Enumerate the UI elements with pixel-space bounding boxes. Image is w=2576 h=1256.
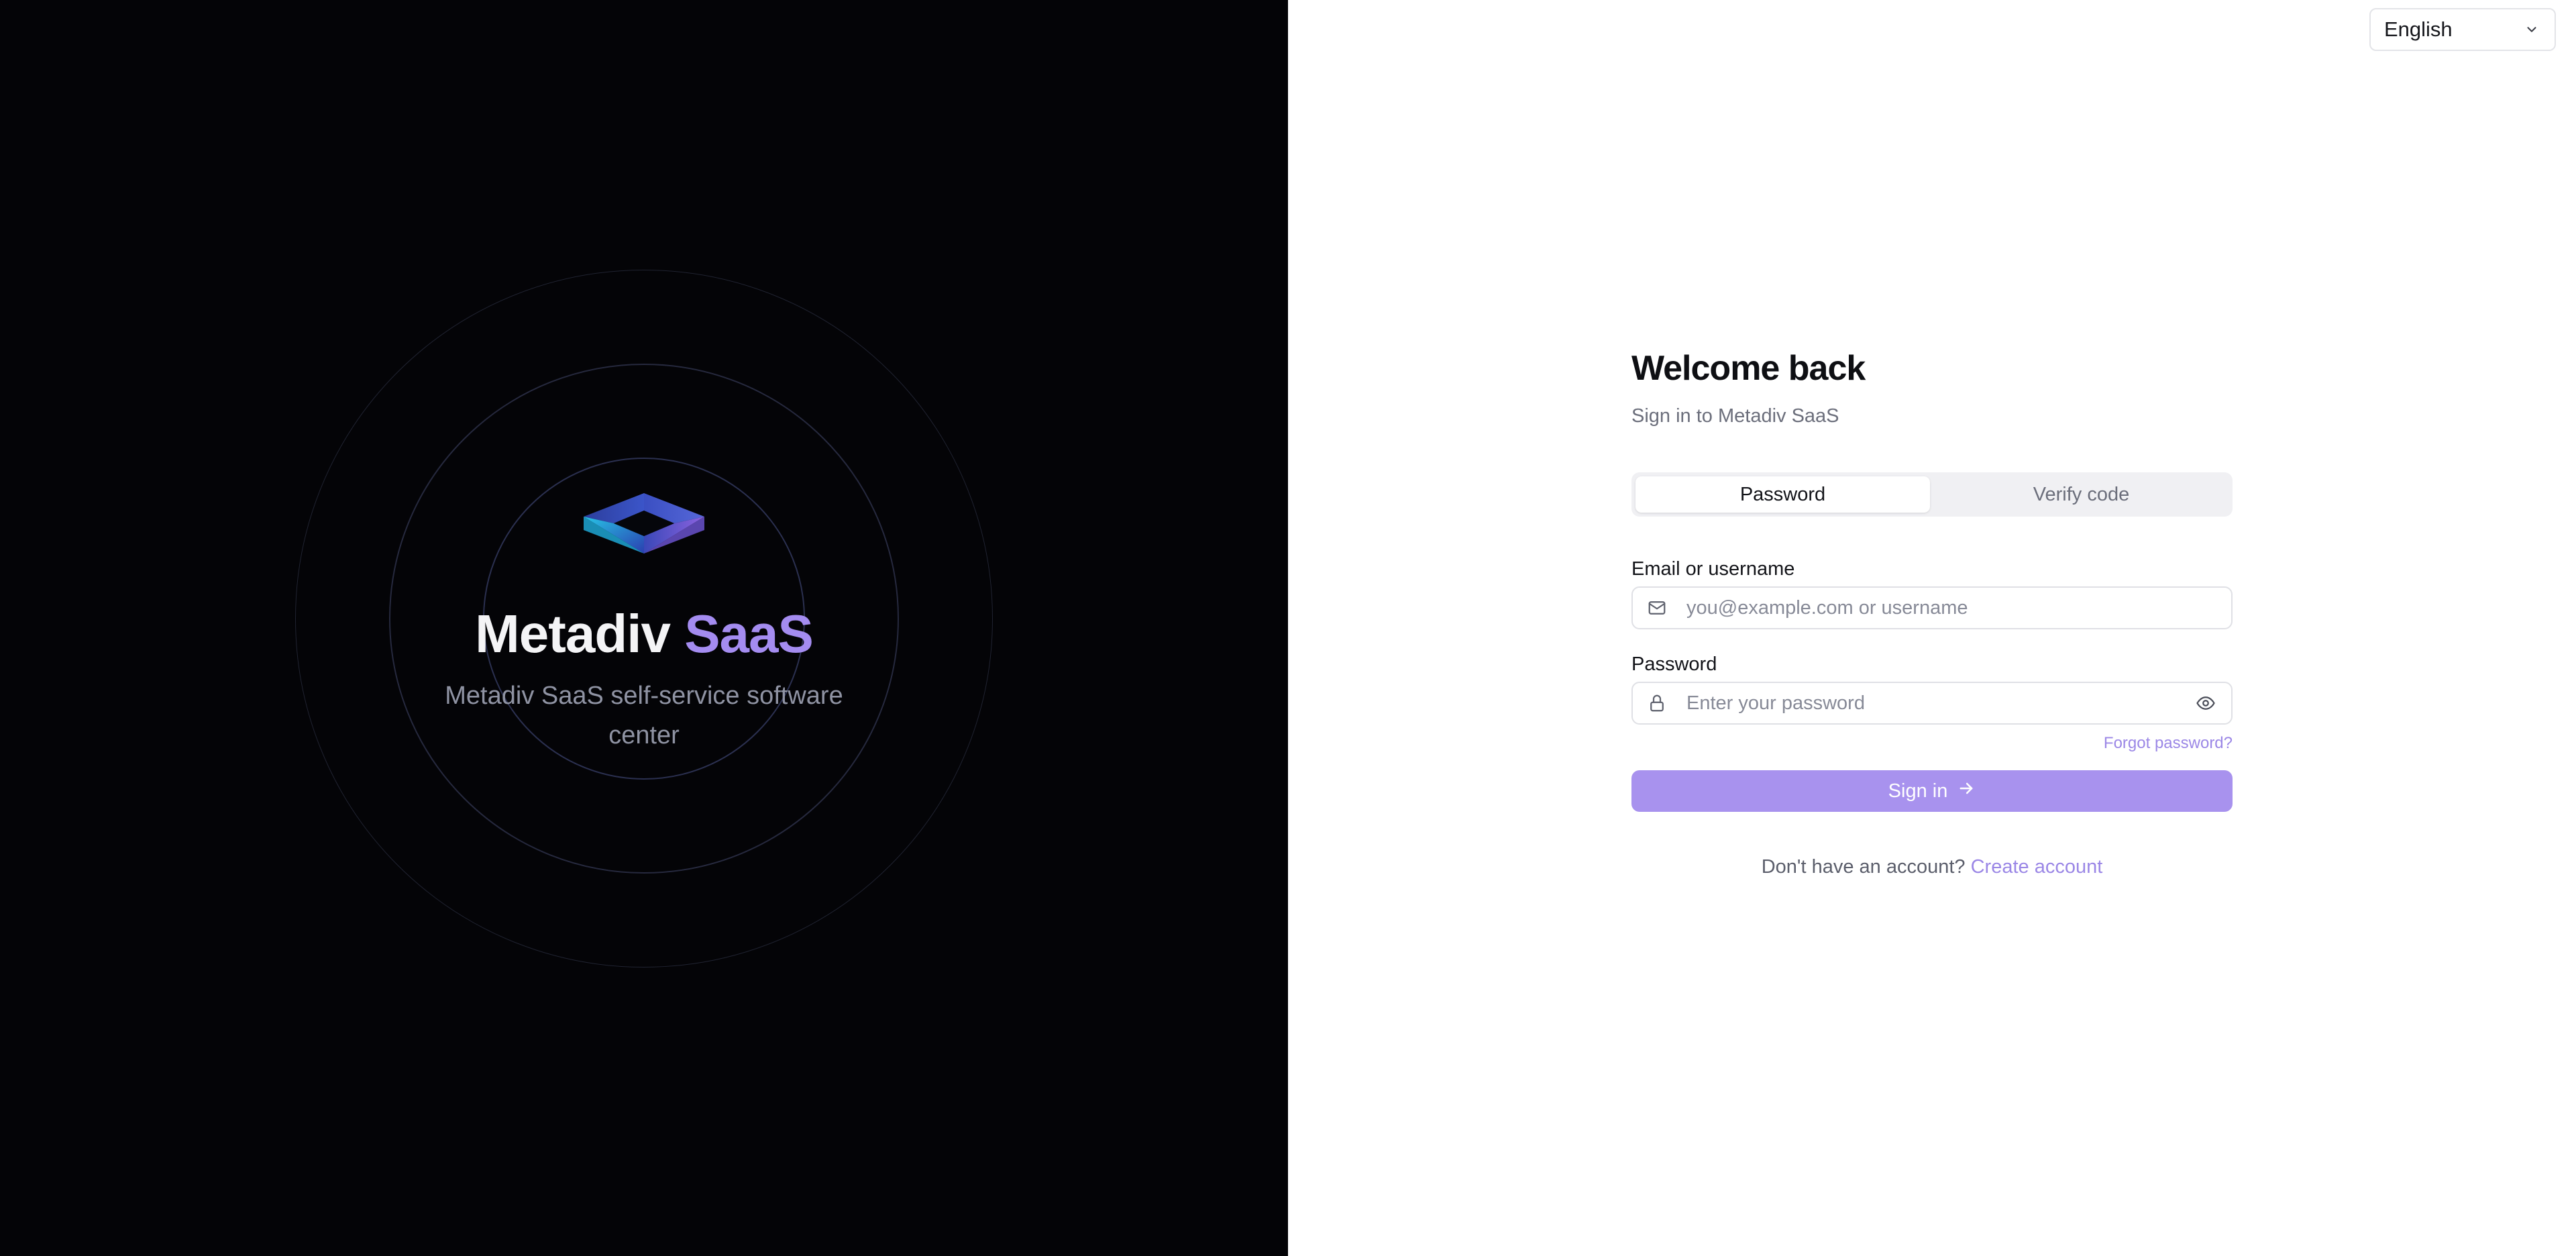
brand-panel: Metadiv SaaS Metadiv SaaS self-service s… [0,0,1288,1256]
lock-icon [1646,692,1668,714]
page-subtitle: Sign in to Metadiv SaaS [1631,405,1839,427]
chevron-down-icon [2522,20,2541,39]
auth-method-tabs: Password Verify code [1631,472,2233,517]
page-title: Welcome back [1631,349,1866,388]
form-panel: English Welcome back Sign in to Metadiv … [1288,0,2576,1256]
arrow-right-icon [1957,779,1976,803]
tab-password[interactable]: Password [1635,476,1930,513]
brand-tagline: Metadiv SaaS self-service software cente… [445,682,843,749]
forgot-row: Forgot password? [1631,734,2233,754]
mail-icon [1646,597,1668,619]
password-field-label: Password [1631,653,1717,675]
language-select-value: English [2384,17,2453,41]
language-select[interactable]: English [2369,8,2556,51]
tab-verify-code[interactable]: Verify code [1934,476,2229,513]
brand-name-accent: SaaS [684,604,814,664]
password-field[interactable] [1686,692,2194,715]
login-form: Welcome back Sign in to Metadiv SaaS Pas… [1631,342,2233,878]
eye-icon[interactable] [2194,691,2218,715]
login-page: Metadiv SaaS Metadiv SaaS self-service s… [0,0,2576,1256]
password-field-wrapper [1631,682,2233,725]
sign-in-button[interactable]: Sign in [1631,770,2233,812]
brand-title: Metadiv SaaS [0,600,1288,668]
sign-in-button-label: Sign in [1888,780,1948,802]
forgot-password-link[interactable]: Forgot password? [2104,734,2233,752]
brand-logo [584,493,704,554]
signup-prompt: Don't have an account? Create account [1631,856,2233,878]
email-field[interactable] [1686,596,2218,619]
create-account-link[interactable]: Create account [1971,856,2103,878]
email-field-label: Email or username [1631,558,1795,580]
brand-name: Metadiv [475,604,671,664]
signup-prompt-text: Don't have an account? [1761,856,1966,878]
email-field-wrapper [1631,586,2233,629]
